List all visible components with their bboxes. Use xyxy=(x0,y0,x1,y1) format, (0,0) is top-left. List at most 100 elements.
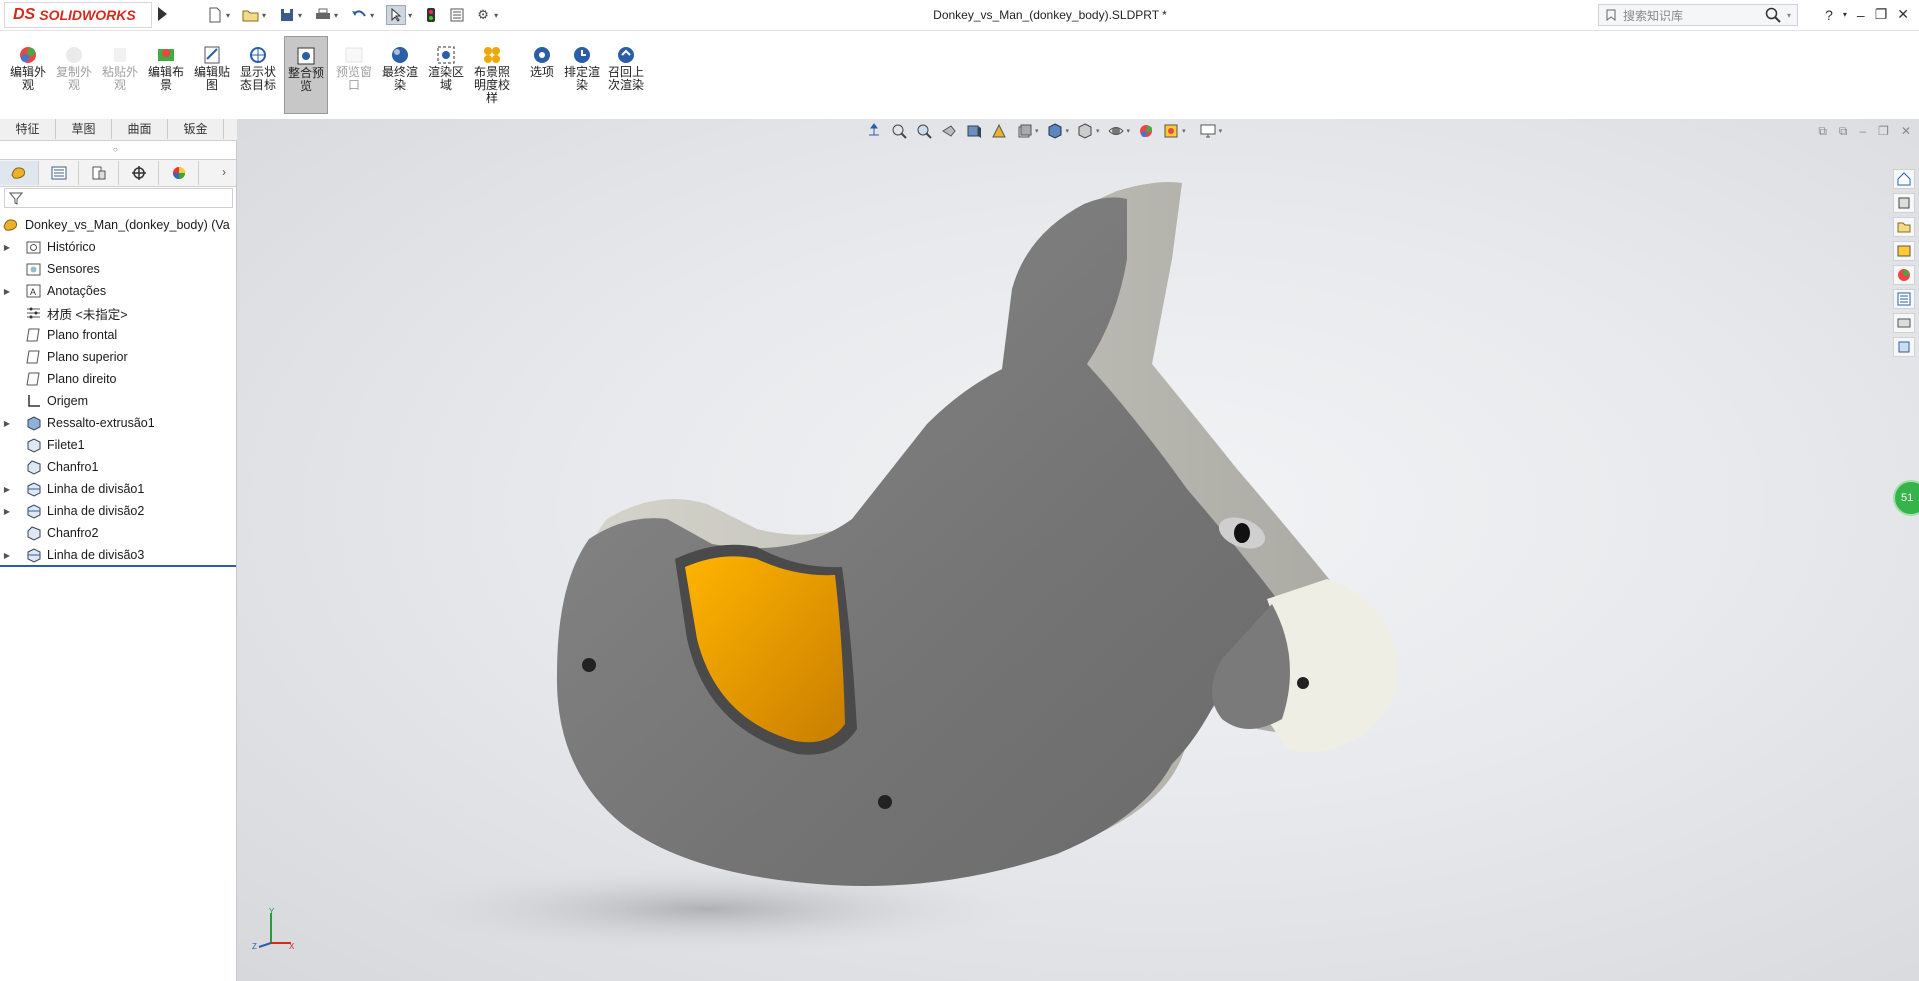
rebuild-traffic-light-icon[interactable] xyxy=(422,6,440,24)
ribbon-button-recall-render[interactable]: 召回上 次渲染 xyxy=(604,45,648,92)
ribbon-button-options[interactable]: 选项 xyxy=(520,45,564,79)
file-explorer-icon[interactable] xyxy=(1893,217,1915,237)
tab-3[interactable]: 钣金 xyxy=(168,119,224,139)
expand-arrow-icon[interactable]: ▶ xyxy=(0,551,14,560)
view-palette-icon[interactable] xyxy=(1893,241,1915,261)
chevron-down-icon[interactable]: ▾ xyxy=(262,11,266,20)
search-input[interactable]: 搜索知识库 xyxy=(1623,7,1759,24)
edit-appearance-icon xyxy=(17,45,39,65)
chevron-right-icon[interactable]: › xyxy=(222,165,226,179)
tree-item[interactable]: Plano superior xyxy=(0,346,236,368)
chevron-down-icon[interactable]: ▾ xyxy=(494,11,498,20)
expand-arrow-icon[interactable]: ▶ xyxy=(0,243,14,252)
ribbon-button-integrated-preview[interactable]: 整合预 览 xyxy=(284,36,328,114)
tree-item[interactable]: Plano frontal xyxy=(0,324,236,346)
tree-item[interactable]: ▶ Linha de divisão1 xyxy=(0,478,236,500)
tree-item[interactable]: ▶ A Anotações xyxy=(0,280,236,302)
scene-illumination-icon xyxy=(481,45,503,65)
open-folder-icon[interactable] xyxy=(242,6,260,24)
tree-item[interactable]: ▶ Linha de divisão3 xyxy=(0,544,236,566)
undo-icon[interactable] xyxy=(350,6,368,24)
display-manager-tab-icon[interactable] xyxy=(160,161,199,185)
tree-item[interactable]: Chanfro1 xyxy=(0,456,236,478)
panel-grip-icon[interactable]: ○ xyxy=(113,145,118,154)
feature-tree: Donkey_vs_Man_(donkey_body) (Va ▶ Históric… xyxy=(0,214,236,566)
ribbon-button-copy-appearance[interactable]: 复制外 观 xyxy=(52,45,96,92)
save-icon[interactable] xyxy=(278,6,296,24)
tree-item[interactable]: ▶ Ressalto-extrusão1 xyxy=(0,412,236,434)
expand-arrow-icon[interactable]: ▶ xyxy=(0,485,14,494)
ribbon-button-paste-appearance[interactable]: 粘贴外 观 xyxy=(98,45,142,92)
chevron-down-icon[interactable]: ▾ xyxy=(1787,11,1791,20)
ribbon-button-edit-appearance[interactable]: 编辑外 观 xyxy=(6,45,50,92)
ribbon-button-final-render[interactable]: 最终渲 染 xyxy=(378,45,422,92)
appearances-icon[interactable] xyxy=(1893,265,1915,285)
new-document-icon[interactable] xyxy=(206,6,224,24)
custom-properties-icon[interactable] xyxy=(1893,289,1915,309)
expand-arrow-icon[interactable]: ▶ xyxy=(0,507,14,516)
ribbon-button-label: 召回上 次渲染 xyxy=(607,65,644,92)
ribbon-button-schedule-render[interactable]: 排定渲 染 xyxy=(560,45,604,92)
filter-icon[interactable] xyxy=(9,191,23,205)
tab-1[interactable]: 草图 xyxy=(56,119,112,139)
chevron-down-icon[interactable]: ▾ xyxy=(334,11,338,20)
menu-expand-arrow-icon[interactable] xyxy=(158,7,167,21)
tree-item[interactable]: 材质 <未指定> xyxy=(0,302,236,324)
tree-item[interactable]: Plano direito xyxy=(0,368,236,390)
expand-arrow-icon[interactable]: ▶ xyxy=(0,287,14,296)
select-pointer-icon[interactable] xyxy=(386,5,407,25)
ribbon-button-label: 最终渲 染 xyxy=(381,65,418,92)
gear-icon[interactable]: ⚙ xyxy=(474,6,492,24)
help-icon[interactable]: ? xyxy=(1825,7,1833,23)
ribbon-button-edit-decal[interactable]: 编辑贴 图 xyxy=(190,45,234,92)
chevron-down-icon[interactable]: ▾ xyxy=(370,11,374,20)
tab-2[interactable]: 曲面 xyxy=(112,119,168,139)
tree-item[interactable]: Origem xyxy=(0,390,236,412)
ribbon-button-edit-scene[interactable]: 编辑布 景 xyxy=(144,45,188,92)
solidworks-forum-icon[interactable] xyxy=(1893,313,1915,333)
design-library-icon[interactable] xyxy=(1893,193,1915,213)
ribbon-button-preview-window[interactable]: 预览窗 口 xyxy=(332,45,376,92)
file-properties-icon[interactable] xyxy=(448,6,466,24)
feature-manager-tab-icon[interactable] xyxy=(0,161,39,185)
tree-item[interactable]: Sensores xyxy=(0,258,236,280)
tab-0[interactable]: 特征 xyxy=(0,119,56,139)
configuration-manager-tab-icon[interactable] xyxy=(80,161,119,185)
tree-item[interactable]: ▶ Histórico xyxy=(0,236,236,258)
home-icon[interactable] xyxy=(1893,169,1915,189)
donkey-model-render[interactable] xyxy=(237,119,1919,981)
search-scope-icon[interactable] xyxy=(1605,8,1617,22)
graphics-viewport[interactable]: ▾ ▾ ▾ ▾ ▾ ▾ ⧉ ⧉ – ❐ ✕ 51 Y X Z xyxy=(237,119,1919,981)
chevron-down-icon[interactable]: ▾ xyxy=(226,11,230,20)
ribbon-button-scene-illumination[interactable]: 布景照 明度校 样 xyxy=(470,45,514,105)
chevron-down-icon[interactable]: ▾ xyxy=(1843,10,1847,19)
search-icon[interactable] xyxy=(1765,7,1781,23)
dimxpert-tab-icon[interactable] xyxy=(120,161,159,185)
restore-button[interactable]: ❐ xyxy=(1875,6,1888,23)
feature-manager-panel: ○ › Donkey_vs_Man_(donkey_body) (Va ▶ Hist… xyxy=(0,141,237,981)
extrude-icon xyxy=(24,415,42,431)
property-manager-tab-icon[interactable] xyxy=(40,161,79,185)
close-button[interactable]: ✕ xyxy=(1897,6,1909,23)
chevron-down-icon[interactable]: ▾ xyxy=(298,11,302,20)
ribbon-button-render-region[interactable]: 渲染区 域 xyxy=(424,45,468,92)
tree-filter[interactable] xyxy=(4,188,233,208)
ribbon-button-display-state[interactable]: 显示状 态目标 xyxy=(236,45,280,92)
expand-arrow-icon[interactable]: ▶ xyxy=(0,419,14,428)
tree-item[interactable]: Chanfro2 xyxy=(0,522,236,544)
search-knowledge-base[interactable]: 搜索知识库 ▾ xyxy=(1598,4,1798,26)
tree-item[interactable]: Filete1 xyxy=(0,434,236,456)
chevron-down-icon[interactable]: ▾ xyxy=(408,11,412,20)
tree-item[interactable]: ▶ Linha de divisão2 xyxy=(0,500,236,522)
print-icon[interactable] xyxy=(314,6,332,24)
minimize-button[interactable]: – xyxy=(1857,7,1865,23)
rollback-bar[interactable] xyxy=(0,565,236,567)
ribbon-button-label: 选项 xyxy=(529,65,554,79)
resources-icon[interactable] xyxy=(1893,337,1915,357)
donkey-eye-pupil xyxy=(1234,523,1250,543)
tree-item-label: Ressalto-extrusão1 xyxy=(47,416,155,430)
solidworks-logo[interactable]: DS SOLIDWORKS xyxy=(4,2,152,28)
ribbon-button-label: 预览窗 口 xyxy=(335,65,372,92)
tree-root-part[interactable]: Donkey_vs_Man_(donkey_body) (Va xyxy=(0,214,236,236)
ribbon-button-label: 渲染区 域 xyxy=(427,65,464,92)
